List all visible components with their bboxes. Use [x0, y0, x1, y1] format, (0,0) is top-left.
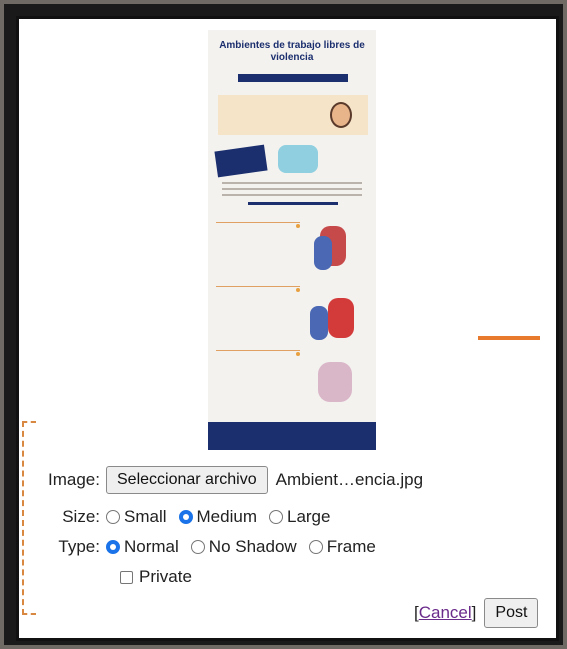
file-name: Ambient…encia.jpg	[275, 470, 424, 489]
size-row: Size: Small Medium Large	[40, 507, 342, 527]
private-row: Private	[120, 567, 204, 587]
infographic-footer	[208, 422, 376, 450]
private-checkbox[interactable]	[120, 570, 133, 584]
image-preview: Ambientes de trabajo libres de violencia	[208, 30, 376, 450]
infographic-dot	[296, 352, 300, 356]
infographic-subtitle	[248, 202, 338, 205]
figure-illustration	[310, 306, 328, 340]
infographic-illustration	[278, 145, 318, 173]
image-row: Image: Seleccionar archivo Ambient…encia…	[40, 466, 423, 494]
figure-illustration	[314, 236, 332, 270]
infographic-section	[216, 350, 300, 415]
type-no-shadow-label: No Shadow	[208, 537, 297, 556]
infographic-text-line	[222, 188, 362, 190]
type-normal-label: Normal	[124, 537, 179, 556]
action-row: [ Cancel ] Post	[414, 598, 539, 628]
size-small-label: Small	[124, 507, 167, 526]
type-option-no-shadow[interactable]: No Shadow	[190, 537, 297, 557]
size-large-label: Large	[286, 507, 331, 526]
infographic-dot	[296, 224, 300, 228]
choose-file-button[interactable]: Seleccionar archivo	[106, 466, 268, 494]
type-option-normal[interactable]: Normal	[106, 537, 179, 557]
radio-normal[interactable]	[106, 540, 120, 554]
size-option-small[interactable]: Small	[106, 507, 167, 527]
infographic-face-illustration	[330, 102, 352, 128]
cancel-close-bracket: ]	[471, 603, 477, 622]
infographic-banner	[238, 74, 348, 82]
cancel-link[interactable]: Cancel	[419, 603, 472, 623]
infographic-section	[216, 222, 300, 283]
radio-large[interactable]	[268, 510, 283, 524]
annotation-bracket	[22, 421, 36, 615]
radio-medium[interactable]	[178, 510, 193, 524]
infographic-text-line	[222, 182, 362, 184]
private-label: Private	[139, 567, 192, 586]
size-label: Size:	[62, 507, 100, 526]
post-button[interactable]: Post	[484, 598, 539, 628]
radio-frame[interactable]	[308, 540, 323, 554]
infographic-section	[216, 286, 300, 347]
infographic-text-line	[222, 194, 362, 196]
image-label: Image:	[48, 470, 100, 489]
size-option-large[interactable]: Large	[268, 507, 331, 527]
type-row: Type: Normal No Shadow Frame	[40, 537, 388, 557]
annotation-line	[478, 336, 540, 340]
figure-illustration	[328, 298, 354, 338]
type-label: Type:	[58, 537, 100, 556]
size-medium-label: Medium	[196, 507, 257, 526]
private-option[interactable]: Private	[120, 567, 192, 587]
radio-small[interactable]	[106, 510, 120, 524]
infographic-section-label	[214, 144, 268, 178]
type-option-frame[interactable]: Frame	[308, 537, 376, 557]
type-frame-label: Frame	[326, 537, 376, 556]
size-option-medium[interactable]: Medium	[178, 507, 257, 527]
figure-illustration	[318, 362, 352, 402]
radio-no-shadow[interactable]	[190, 540, 205, 554]
infographic-dot	[296, 288, 300, 292]
infographic-title: Ambientes de trabajo libres de violencia	[219, 40, 365, 63]
